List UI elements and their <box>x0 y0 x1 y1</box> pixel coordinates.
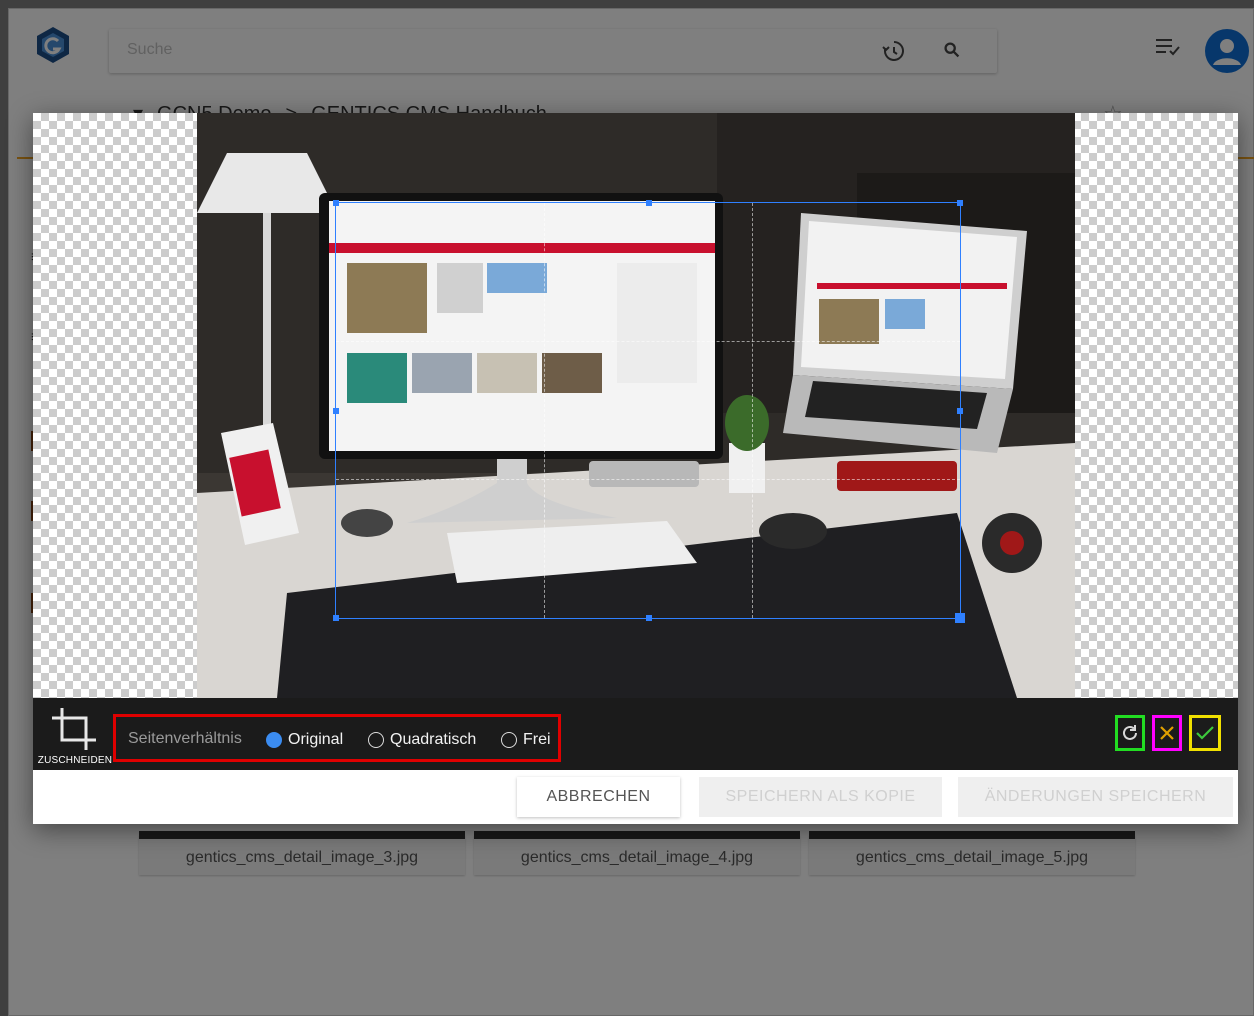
crop-guide <box>751 203 753 618</box>
ratio-option-original[interactable]: Original <box>266 728 343 752</box>
crop-handle-top[interactable] <box>646 200 652 206</box>
cancel-crop-button[interactable] <box>1152 715 1182 751</box>
crop-handle-right[interactable] <box>957 408 963 414</box>
radio-icon[interactable] <box>501 732 517 748</box>
crop-tool-button[interactable]: ZUSCHNEIDEN <box>35 704 113 766</box>
crop-guide <box>336 479 960 481</box>
crop-handle-top-right[interactable] <box>957 200 963 206</box>
crop-selection[interactable] <box>333 200 965 623</box>
image-editor-dialog: ZUSCHNEIDEN Seitenverhältnis Original Qu… <box>33 113 1238 824</box>
aspect-ratio-label: Seitenverhältnis <box>128 730 242 747</box>
ratio-option-label: Quadratisch <box>390 731 477 748</box>
save-as-copy-button[interactable]: SPEICHERN ALS KOPIE <box>699 777 942 817</box>
reset-button[interactable] <box>1115 715 1145 751</box>
cancel-button[interactable]: ABBRECHEN <box>517 777 680 817</box>
ratio-option-label: Frei <box>523 731 551 748</box>
crop-guide <box>543 203 545 618</box>
apply-crop-button[interactable] <box>1189 715 1221 751</box>
crop-handle-left[interactable] <box>333 408 339 414</box>
radio-selected-icon[interactable] <box>266 732 282 748</box>
crop-handle-top-left[interactable] <box>333 200 339 206</box>
check-icon <box>1196 726 1214 740</box>
crop-guide <box>336 341 960 343</box>
crop-handle-bottom[interactable] <box>646 615 652 621</box>
save-changes-button[interactable]: ÄNDERUNGEN SPEICHERN <box>958 777 1233 817</box>
crop-icon <box>52 708 96 750</box>
radio-icon[interactable] <box>368 732 384 748</box>
crop-handle-bottom-right[interactable] <box>955 613 965 623</box>
ratio-option-free[interactable]: Frei <box>501 728 551 752</box>
aspect-ratio-group: Seitenverhältnis Original Quadratisch Fr… <box>113 714 561 762</box>
crop-tool-label: ZUSCHNEIDEN <box>37 755 113 766</box>
editor-toolbar: ZUSCHNEIDEN Seitenverhältnis Original Qu… <box>33 698 1238 770</box>
crop-handle-bottom-left[interactable] <box>333 615 339 621</box>
transparent-canvas <box>33 113 1238 698</box>
dialog-footer: ABBRECHEN SPEICHERN ALS KOPIE ÄNDERUNGEN… <box>33 770 1238 824</box>
ratio-option-square[interactable]: Quadratisch <box>368 728 476 752</box>
ratio-option-label: Original <box>288 731 344 748</box>
refresh-icon <box>1123 725 1137 740</box>
close-icon <box>1160 726 1174 740</box>
